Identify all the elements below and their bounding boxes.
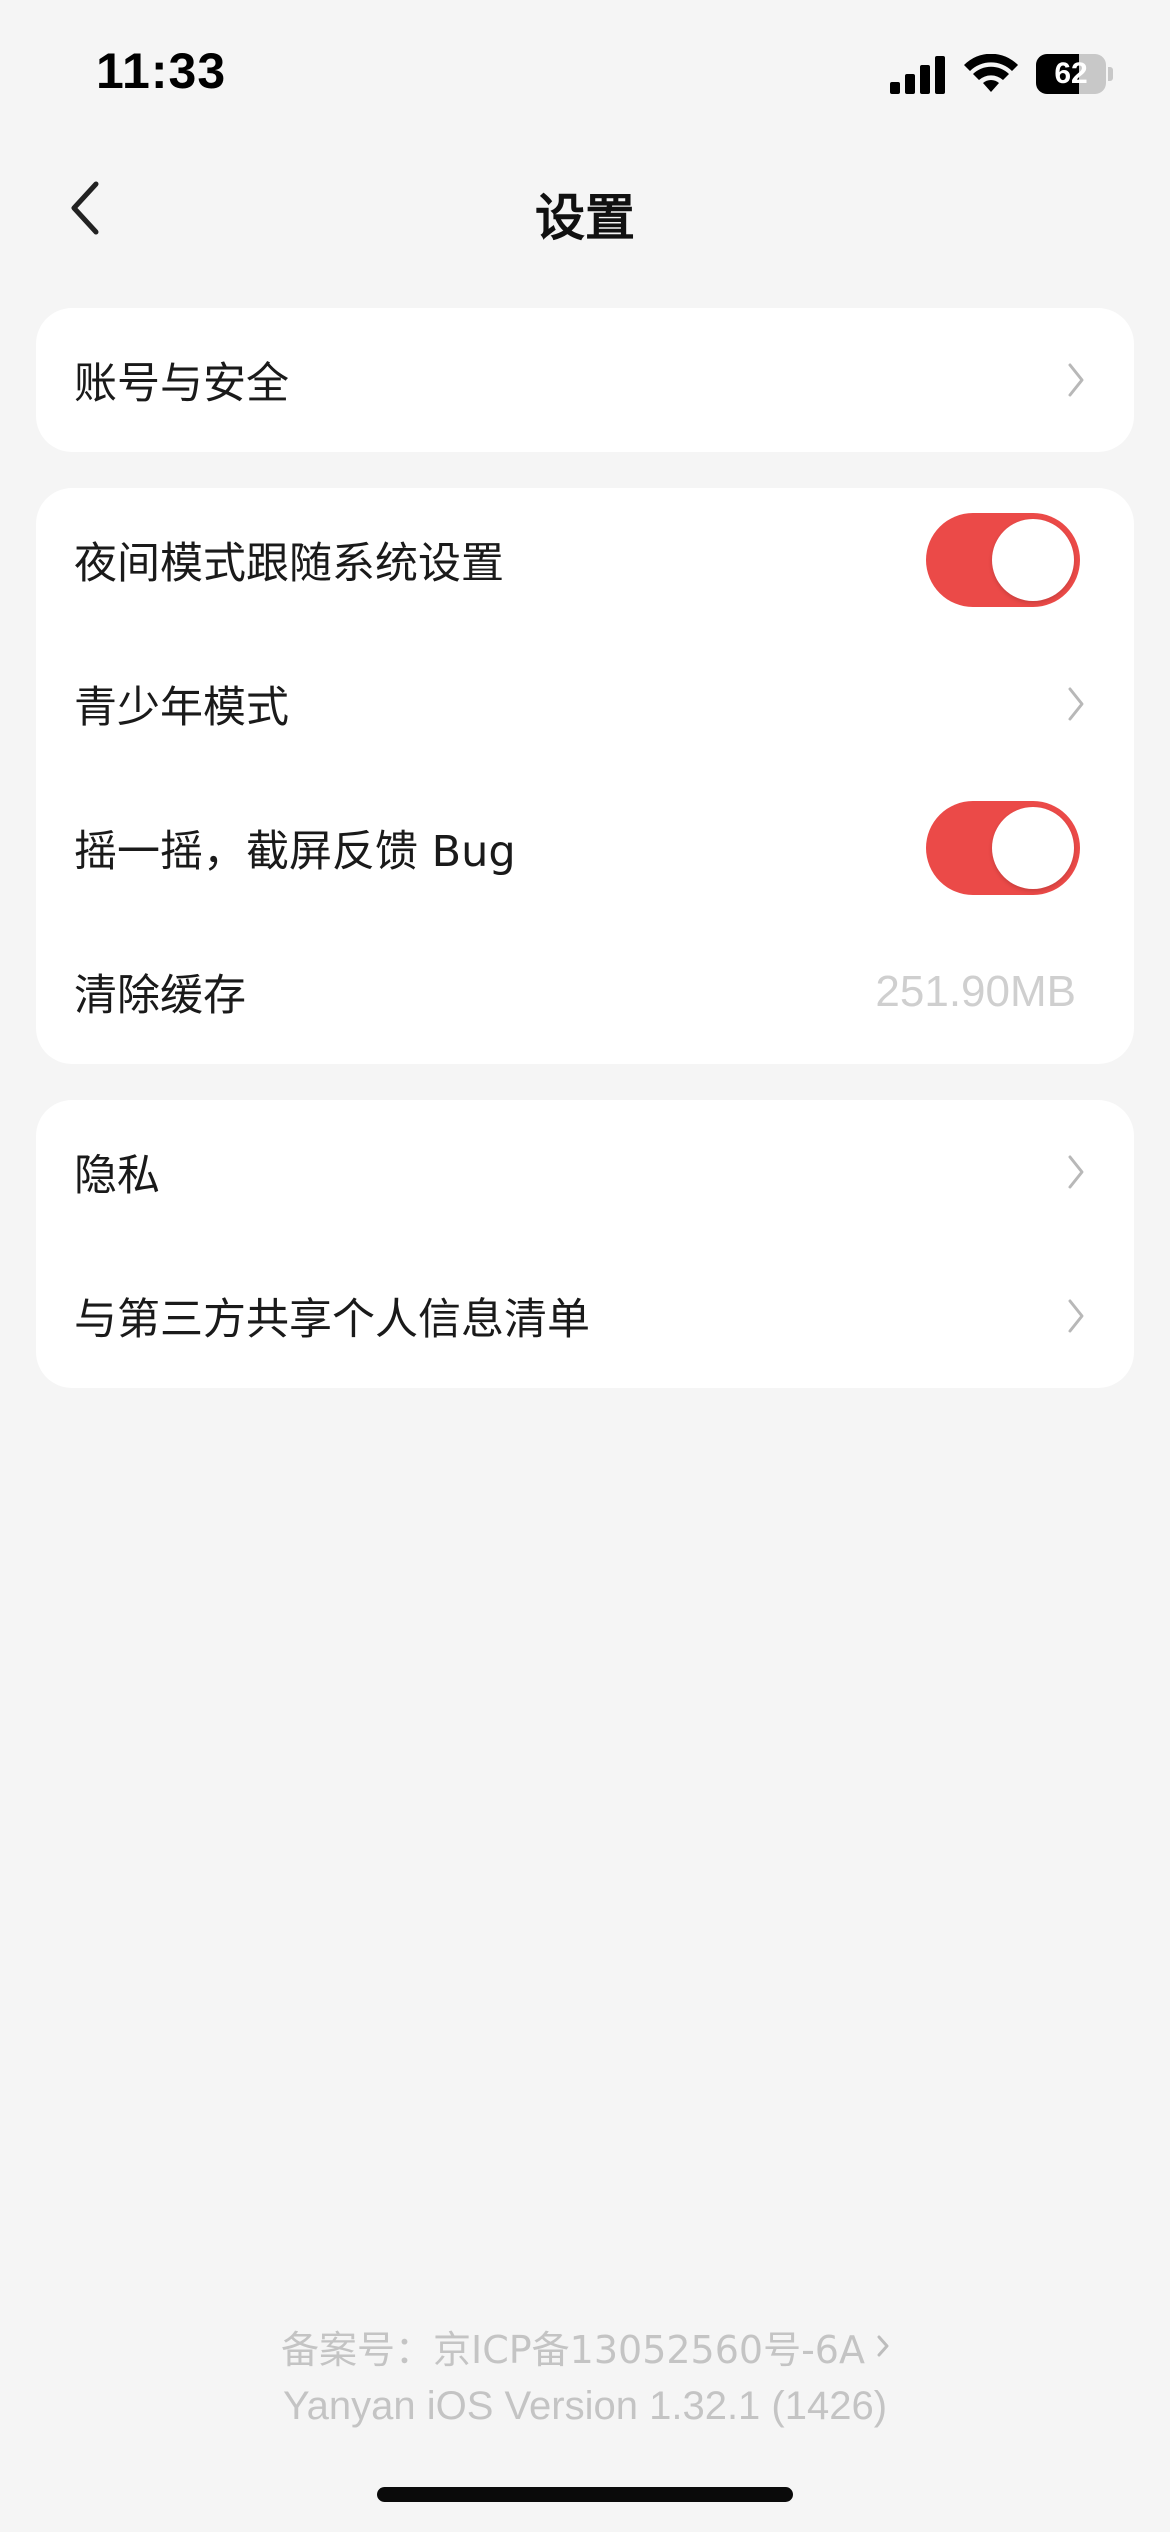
- wifi-icon: [964, 54, 1018, 92]
- row-label: 清除缓存: [74, 971, 246, 1021]
- row-account-security[interactable]: 账号与安全: [36, 308, 1134, 452]
- footer: 备案号：京ICP备13052560号-6A Yanyan iOS Version…: [0, 2318, 1170, 2434]
- status-icons: 62: [890, 50, 1114, 98]
- nav-bar: 设置: [0, 150, 1170, 265]
- chevron-right-icon: [1064, 360, 1088, 400]
- toggle-knob: [992, 807, 1074, 889]
- row-privacy[interactable]: 隐私: [36, 1100, 1134, 1244]
- row-label: 隐私: [74, 1151, 160, 1201]
- row-label: 夜间模式跟随系统设置: [74, 539, 504, 589]
- signal-icon: [890, 56, 945, 94]
- row-shake-feedback: 摇一摇，截屏反馈 Bug: [36, 776, 1134, 920]
- icp-link[interactable]: 备案号：京ICP备13052560号-6A: [0, 2318, 1170, 2374]
- home-indicator: [377, 2487, 793, 2502]
- shake-feedback-toggle[interactable]: [926, 801, 1080, 895]
- battery-icon: 62: [1036, 54, 1114, 94]
- row-label: 与第三方共享个人信息清单: [74, 1295, 590, 1345]
- row-clear-cache[interactable]: 清除缓存 251.90MB: [36, 920, 1134, 1064]
- chevron-right-icon: [1064, 684, 1088, 724]
- row-label: 账号与安全: [74, 359, 289, 409]
- page-title: 设置: [535, 189, 635, 247]
- icp-text: 备案号：京ICP备13052560号-6A: [281, 2327, 865, 2372]
- row-third-party-sharing[interactable]: 与第三方共享个人信息清单: [36, 1244, 1134, 1388]
- chevron-right-icon: [1064, 1152, 1088, 1192]
- settings-section-account: 账号与安全: [36, 308, 1134, 452]
- settings-section-privacy: 隐私 与第三方共享个人信息清单: [36, 1100, 1134, 1388]
- cache-size-value: 251.90MB: [875, 967, 1076, 1016]
- chevron-right-icon: [1064, 1296, 1088, 1336]
- row-night-mode: 夜间模式跟随系统设置: [36, 488, 1134, 632]
- toggle-knob: [992, 519, 1074, 601]
- status-time: 11:33: [96, 43, 227, 99]
- version-text: Yanyan iOS Version 1.32.1 (1426): [282, 2384, 888, 2428]
- status-bar: 11:33 62: [0, 0, 1170, 150]
- chevron-right-icon: [877, 2335, 889, 2357]
- row-label: 青少年模式: [74, 683, 289, 733]
- row-teen-mode[interactable]: 青少年模式: [36, 632, 1134, 776]
- night-mode-toggle[interactable]: [926, 513, 1080, 607]
- battery-level: 62: [1054, 57, 1088, 90]
- row-label: 摇一摇，截屏反馈 Bug: [74, 827, 516, 877]
- settings-section-general: 夜间模式跟随系统设置 青少年模式 摇一摇，截屏反馈 Bug 清除缓存 251.9…: [36, 488, 1134, 1064]
